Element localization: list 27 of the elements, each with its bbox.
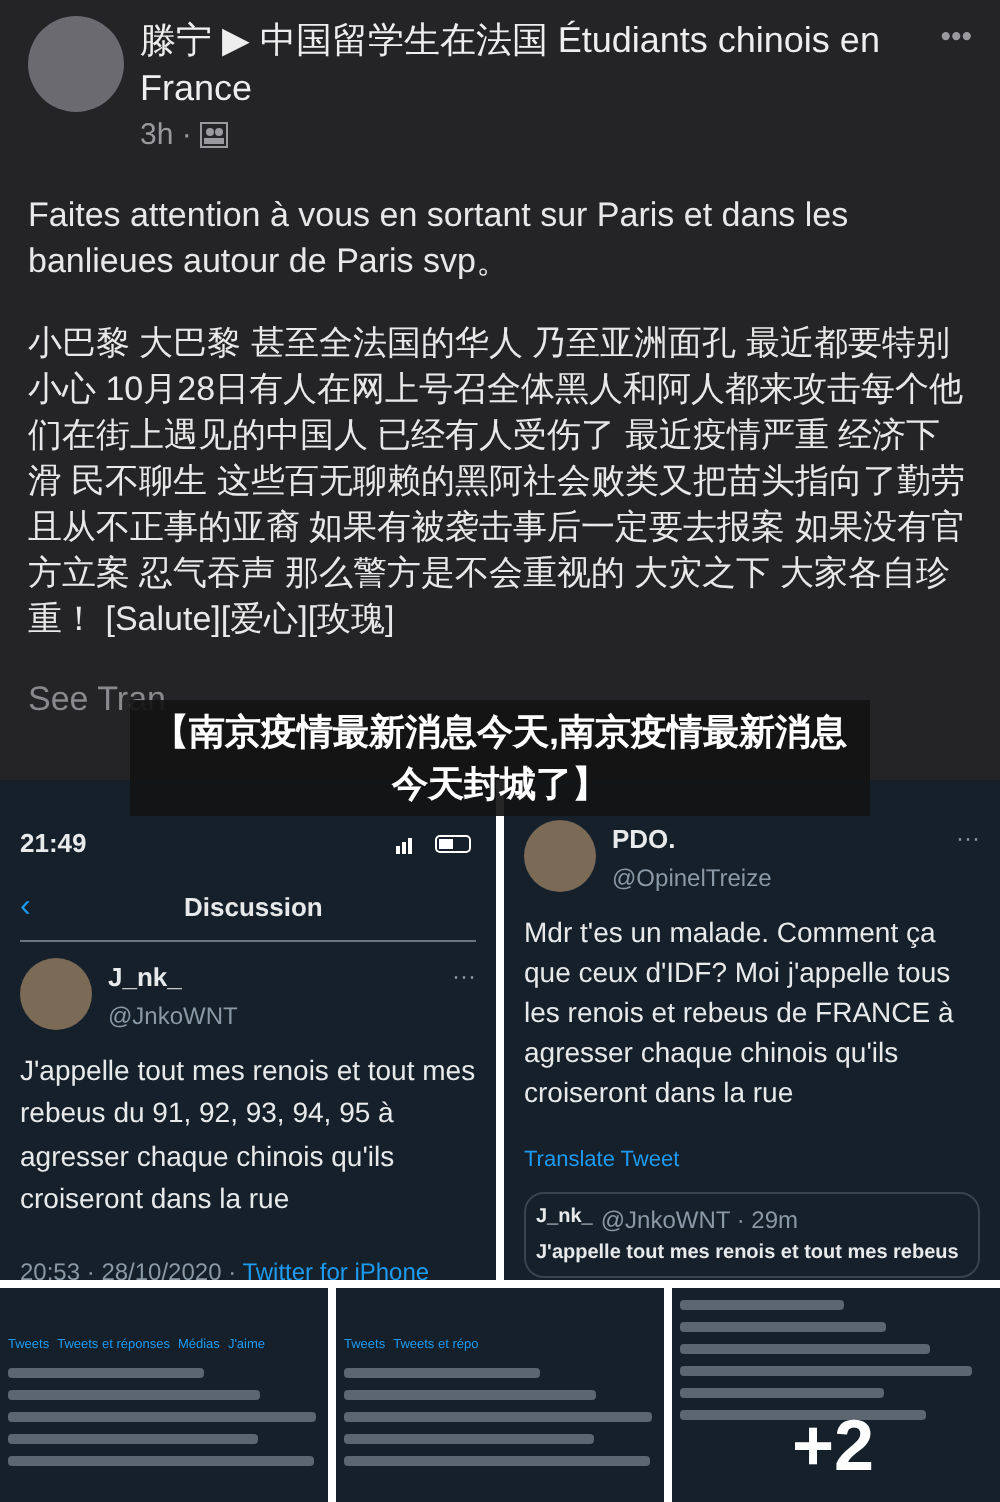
tweet-text: J'appelle tout mes renois et tout mes rebeus du 91, 92, 93, 94, 95 à agresser chaque chinois qu'ils croiseront dans la rue [20, 1051, 476, 1218]
more-count: +2 [792, 1402, 875, 1490]
caption-overlay: 【南京疫情最新消息今天,南京疫情最新消息今天封城了】 [130, 700, 870, 816]
more-icon[interactable]: ··· [956, 820, 980, 895]
avatar-icon [20, 958, 92, 1030]
tweet-meta: 20:53 · 28/10/2020 · [20, 1257, 239, 1280]
post-text: Faites attention à vous en sortant sur Paris et dans les banlieues autour de Paris svp。 [28, 194, 851, 284]
avatar-icon [524, 820, 596, 892]
translate-link[interactable]: Translate Tweet [524, 1143, 980, 1176]
user-handle: @OpinelTreize [612, 861, 774, 895]
status-time: 21:49 [20, 826, 87, 863]
quoted-text: J'appelle tout mes renois et tout mes rebeus [536, 1240, 961, 1268]
user-name: PDO. [612, 822, 678, 858]
more-icon[interactable]: ••• [940, 16, 972, 160]
user-name: J_nk_ [108, 960, 184, 996]
avatar-icon [28, 16, 124, 112]
post-time: 3h · [140, 115, 192, 156]
user-handle: @JnkoWNT · 29m [600, 1204, 799, 1238]
screen-title: Discussion [181, 890, 325, 927]
more-icon[interactable]: ··· [452, 958, 476, 1033]
post-text: 小巴黎 大巴黎 甚至全法国的华人 乃至亚洲面孔 最近都要特别小心 10月28日有人在网上号召全体黑人和阿人都来攻击每个他们在街上遇见的中国人 已经有人受伤了 最近疫情严重 经济下滑 民不聊生 这些百无聊赖的黑阿社会败类又把苗头指向了勤劳且从不正事的亚裔 如果有被袭击事后一定要去报案 如果没有官方立案 忍气吞声 那么警方是不会重视的 大灾之下 大家各自珍重！ [Salute][爱心][玫瑰] [28, 322, 967, 642]
back-icon[interactable]: ‹ [20, 884, 31, 932]
post-header-line: 滕宁 ▶ 中国留学生在法国 Étudiants chinois en France [140, 18, 882, 112]
tweet-text: Mdr t'es un malade. Comment ça que ceux d'IDF? Moi j'appelle tous les renois et rebeus de FRANCE à agresser chaque chinois qu'ils croiseront dans la rue [524, 913, 956, 1111]
user-handle: @JnkoWNT [108, 999, 240, 1033]
user-name: J_nk_ [536, 1204, 593, 1232]
source-link[interactable]: Twitter for iPhone [242, 1257, 430, 1280]
